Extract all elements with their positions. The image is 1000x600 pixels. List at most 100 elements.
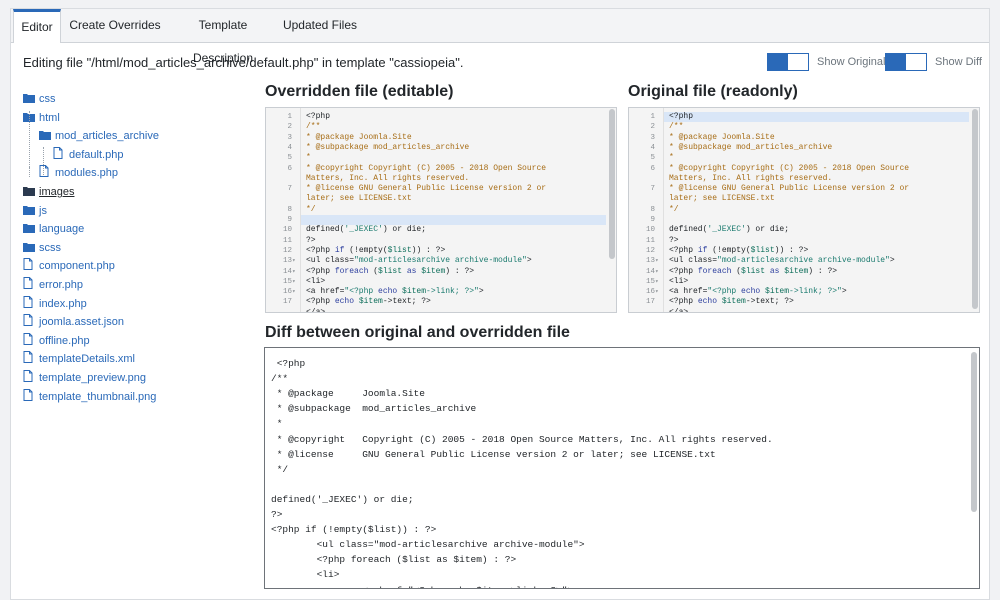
file-icon xyxy=(53,146,65,159)
show-diff-toggle[interactable] xyxy=(885,53,927,71)
tab-updated-files[interactable]: Updated Files xyxy=(279,9,361,42)
file-icon xyxy=(23,277,35,289)
fold-chevron-icon[interactable]: ▾ xyxy=(655,287,659,297)
tab-editor[interactable]: Editor xyxy=(13,9,61,43)
tree-item-mod-articles-archive[interactable]: mod_articles_archive xyxy=(39,128,159,144)
line-number: 1 xyxy=(650,113,655,121)
code-text: defined('_JEXEC') or die; xyxy=(669,225,790,235)
code-line: 6 * @copyright Copyright (C) 2005 - 2018… xyxy=(629,164,969,174)
code-text: <ul class="mod-articlesarchive archive-m… xyxy=(306,256,532,266)
overridden-file-title: Overridden file (editable) xyxy=(265,83,454,100)
code-line: 14 ▾ <?php foreach ($list as $item) : ?> xyxy=(629,267,969,277)
code-line: 8 */ xyxy=(629,205,969,215)
file-icon xyxy=(23,370,35,382)
tree-item-language[interactable]: language xyxy=(23,221,84,237)
tab-bar: Editor Create Overrides Template Descrip… xyxy=(11,9,989,65)
editor-scrollbar[interactable] xyxy=(972,109,978,309)
tree-item-template-preview-png[interactable]: template_preview.png xyxy=(23,370,146,386)
tree-item-template-thumbnail-png[interactable]: template_thumbnail.png xyxy=(23,388,156,405)
tab-template-description[interactable]: Template Description xyxy=(167,9,279,65)
tree-item-label: html xyxy=(39,111,60,124)
diff-line: * @subpackage mod_articles_archive xyxy=(271,403,477,415)
tree-item-default-php[interactable]: default.php xyxy=(53,146,124,163)
code-text: * @package Joomla.Site xyxy=(669,132,775,142)
fold-chevron-icon[interactable]: ▾ xyxy=(655,277,659,287)
fold-chevron-icon[interactable]: ▾ xyxy=(655,256,659,266)
tree-item-label: templateDetails.xml xyxy=(39,353,135,366)
overridden-code-editor[interactable]: 1 <?php 2/** 3 * @package Joomla.Site 4 * @s… xyxy=(265,107,617,313)
code-line: 3 * @package Joomla.Site xyxy=(629,133,969,143)
code-line: 14 ▾ <?php foreach ($list as $item) : ?> xyxy=(266,267,606,277)
line-number: 6 xyxy=(287,164,292,173)
code-line: 10 defined('_JEXEC') or die; xyxy=(266,225,606,235)
line-number: 14 xyxy=(282,267,292,276)
line-number: 6 xyxy=(650,164,655,173)
line-number: 10 xyxy=(282,226,292,235)
line-number: 4 xyxy=(287,143,292,152)
tree-item-component-php[interactable]: component.php xyxy=(23,258,115,274)
tree-item-images[interactable]: images xyxy=(23,184,74,200)
diff-line: <ul class="mod-articlesarchive archive-m… xyxy=(271,539,585,551)
diff-scrollbar[interactable] xyxy=(971,352,977,512)
code-text: * @package Joomla.Site xyxy=(306,132,412,142)
code-line: Matters, Inc. All rights reserved. xyxy=(629,174,969,184)
code-line: 11 ?> xyxy=(629,236,969,246)
file-icon xyxy=(23,295,35,308)
code-line: 17 <?php echo $item->text; ?> xyxy=(266,297,606,307)
fold-chevron-icon[interactable]: ▾ xyxy=(292,277,296,287)
fold-chevron-icon[interactable]: ▾ xyxy=(655,267,659,277)
code-text: later; see LICENSE.txt xyxy=(669,194,775,204)
diff-line: <?php if (!empty($list)) : ?> xyxy=(271,524,437,536)
tree-item-js[interactable]: js xyxy=(23,203,47,219)
line-number: 3 xyxy=(650,133,655,142)
fold-chevron-icon[interactable]: ▾ xyxy=(292,267,296,277)
code-text: /** xyxy=(306,122,321,132)
tab-create-overrides[interactable]: Create Overrides xyxy=(63,9,167,42)
tree-item-label: component.php xyxy=(39,260,115,273)
code-text: */ xyxy=(669,204,679,214)
diff-line: <?php xyxy=(271,358,306,369)
line-number: 2 xyxy=(650,123,655,132)
tree-item-templatedetails-xml[interactable]: templateDetails.xml xyxy=(23,351,135,367)
file-icon xyxy=(23,332,35,345)
diff-line: <li> xyxy=(271,569,340,581)
diff-line: <?php foreach ($list as $item) : ?> xyxy=(271,554,517,566)
diff-title: Diff between original and overridden fil… xyxy=(265,324,570,341)
line-number: 8 xyxy=(287,205,292,214)
tree-item-label: default.php xyxy=(69,148,124,161)
code-line: 11 ?> xyxy=(266,236,606,246)
code-line: 6 * @copyright Copyright (C) 2005 - 2018… xyxy=(266,164,606,174)
code-text: ?> xyxy=(669,235,679,245)
line-number: 12 xyxy=(645,246,655,255)
show-original-toggle[interactable] xyxy=(767,53,809,71)
fold-chevron-icon[interactable]: ▾ xyxy=(292,256,296,266)
tree-item-css[interactable]: css xyxy=(23,91,56,107)
folder-icon xyxy=(23,222,35,234)
code-line: 17 <?php echo $item->text; ?> xyxy=(629,297,969,307)
line-number: 17 xyxy=(645,298,655,307)
code-text: <?php if (!empty($list)) : ?> xyxy=(669,245,809,255)
tree-item-error-php[interactable]: error.php xyxy=(23,277,83,293)
tree-item-index-php[interactable]: index.php xyxy=(23,295,87,312)
code-text: <?php foreach ($list as $item) : ?> xyxy=(669,266,838,276)
code-line: later; see LICENSE.txt xyxy=(629,194,969,204)
fold-chevron-icon[interactable]: ▾ xyxy=(292,287,296,297)
line-number: 4 xyxy=(650,143,655,152)
code-text: <li> xyxy=(306,276,326,286)
code-line: 16 ▾ <a href="<?php echo $item->link; ?>"… xyxy=(629,287,969,297)
show-original-label: Show Original xyxy=(817,56,886,68)
code-line: 8 */ xyxy=(266,205,606,215)
show-diff-label: Show Diff xyxy=(935,56,982,68)
code-text: <?php if (!empty($list)) : ?> xyxy=(306,245,446,255)
code-text: <a href="<?php echo $item->link; ?>"> xyxy=(306,287,484,297)
tree-item-modules-php[interactable]: modules.php xyxy=(39,165,118,181)
editor-scrollbar[interactable] xyxy=(609,109,615,259)
code-text: * @license GNU General Public License ve… xyxy=(306,184,547,194)
tree-item-label: css xyxy=(39,93,56,105)
tree-item-scss[interactable]: scss xyxy=(23,240,61,256)
tree-item-joomla-asset-json[interactable]: joomla.asset.json xyxy=(23,314,124,330)
folder-icon xyxy=(23,241,35,252)
file-icon xyxy=(23,258,35,271)
line-number: 17 xyxy=(282,298,292,307)
tree-item-offline-php[interactable]: offline.php xyxy=(23,332,90,349)
